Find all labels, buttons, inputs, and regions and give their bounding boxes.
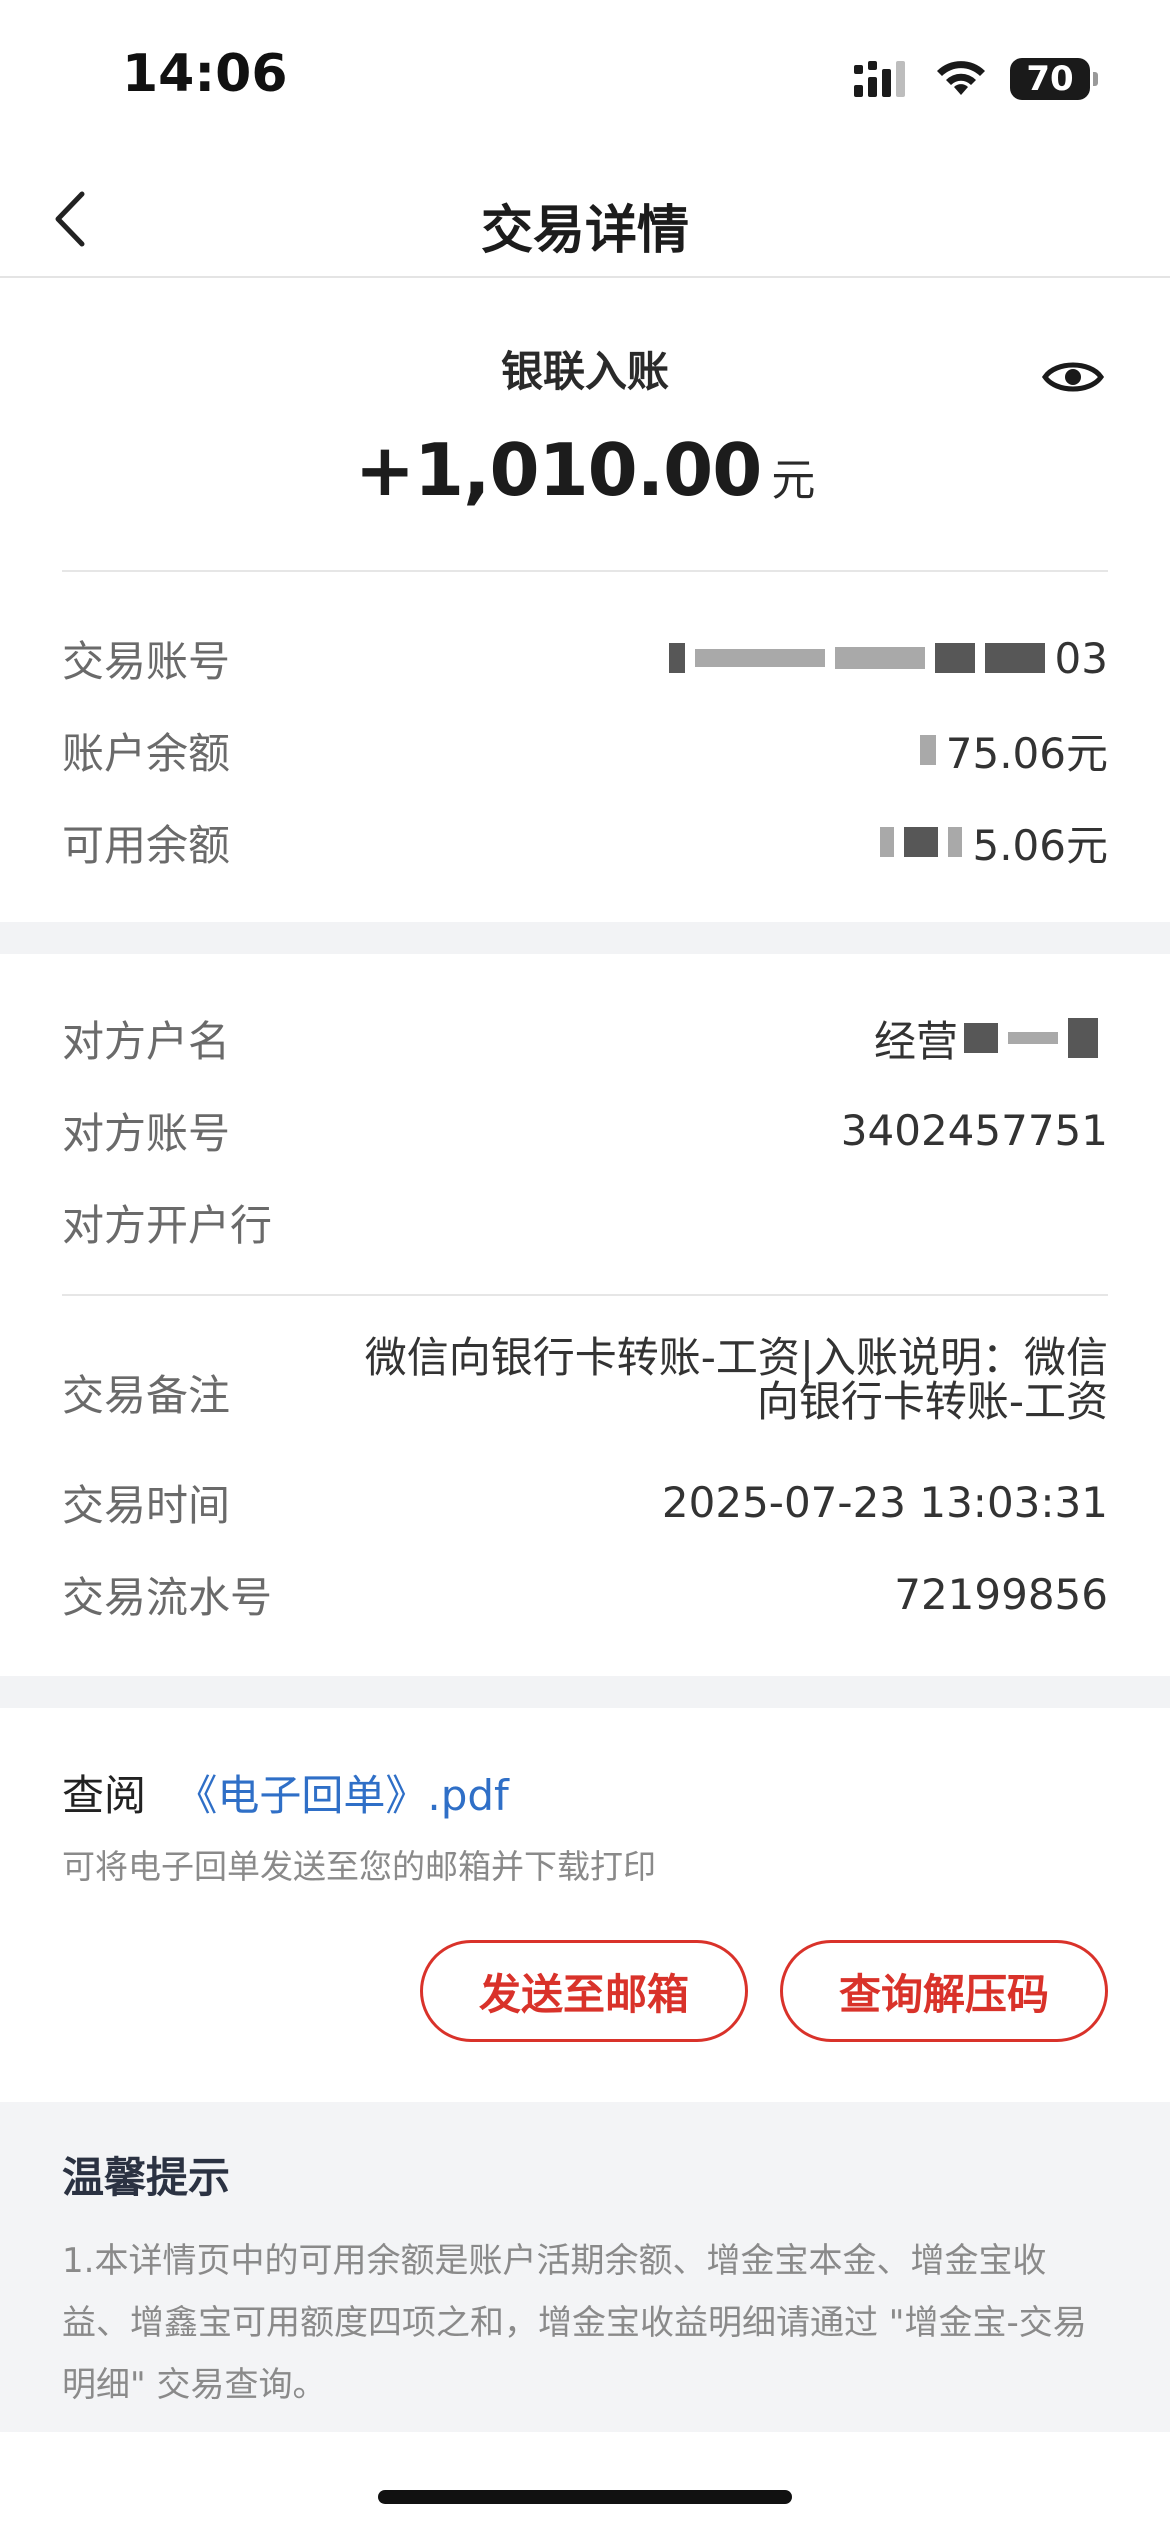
- home-area: [0, 2432, 1170, 2532]
- transaction-type: 银联入账: [500, 347, 669, 396]
- divider: [62, 1294, 1108, 1296]
- account-no-label: 交易账号: [62, 636, 231, 686]
- available-label: 可用余额: [62, 820, 231, 870]
- available-suffix: 5.06元: [972, 820, 1108, 870]
- balance-row: 账户余额 75.06元: [62, 720, 1108, 780]
- battery-icon: 70: [1010, 58, 1098, 100]
- status-bar: 14:06 70: [0, 0, 1170, 150]
- memo-label: 交易备注: [62, 1371, 231, 1420]
- tips-section: 温馨提示 1.本详情页中的可用余额是账户活期余额、增金宝本金、增金宝收益、增鑫宝…: [0, 2102, 1170, 2432]
- counterparty-name-label: 对方户名: [62, 1016, 231, 1066]
- eye-icon: [1041, 362, 1105, 392]
- serial-value: 72199856: [894, 1569, 1108, 1619]
- amount: +1,010.00: [354, 428, 763, 512]
- masked-text: [948, 827, 963, 857]
- masked-text: [984, 643, 1045, 673]
- counterparty-bank-row: 对方开户行: [62, 1192, 1108, 1252]
- receipt-description: 可将电子回单发送至您的邮箱并下载打印: [62, 1847, 656, 1886]
- amount-unit: 元: [771, 455, 816, 506]
- section-gap: [0, 1676, 1170, 1708]
- serial-label: 交易流水号: [62, 1572, 273, 1622]
- masked-text: [934, 643, 975, 673]
- transaction-time-label: 交易时间: [62, 1480, 231, 1530]
- receipt-view-label: 查阅: [62, 1771, 147, 1820]
- counterparty-account-value: 3402457751: [840, 1105, 1108, 1155]
- masked-text: [880, 827, 895, 857]
- balance-label: 账户余额: [62, 728, 231, 778]
- tips-body: 1.本详情页中的可用余额是账户活期余额、增金宝本金、增金宝收益、增鑫宝可用额度四…: [62, 2241, 1087, 2405]
- page-title: 交易详情: [480, 201, 689, 261]
- tips-title: 温馨提示: [62, 2153, 231, 2202]
- serial-row: 交易流水号 72199856: [62, 1564, 1108, 1624]
- masked-text: [964, 1023, 998, 1053]
- masked-text: [919, 735, 936, 765]
- receipt-pdf-link[interactable]: 《电子回单》.pdf: [175, 1771, 508, 1820]
- counterparty-account-row: 对方账号 3402457751: [62, 1100, 1108, 1160]
- account-no-value: 03: [668, 633, 1108, 683]
- transaction-time-row: 交易时间 2025-07-23 13:03:31: [62, 1472, 1108, 1532]
- counterparty-name-row: 对方户名 经营: [62, 1008, 1108, 1068]
- status-time: 14:06: [122, 44, 288, 104]
- masked-text: [834, 647, 925, 669]
- counterparty-bank-label: 对方开户行: [62, 1200, 273, 1250]
- balance-suffix: 75.06元: [945, 728, 1108, 778]
- masked-text: [668, 643, 685, 673]
- counterparty-account-label: 对方账号: [62, 1108, 231, 1158]
- nav-bar: 交易详情: [0, 160, 1170, 278]
- available-value: 5.06元: [880, 812, 1108, 873]
- masked-text: [1008, 1032, 1058, 1044]
- cellular-signal-icon: [854, 61, 905, 97]
- available-row: 可用余额 5.06元: [62, 812, 1108, 872]
- account-no-row: 交易账号 03: [62, 628, 1108, 688]
- receipt-line: 查阅 《电子回单》.pdf: [62, 1762, 509, 1823]
- amount-display: +1,010.00 元: [0, 428, 1170, 512]
- counterparty-name-value: 经营: [874, 1008, 1108, 1069]
- home-indicator[interactable]: [378, 2490, 792, 2504]
- wifi-icon: [937, 61, 985, 95]
- divider: [62, 570, 1108, 572]
- toggle-visibility-button[interactable]: [1040, 344, 1106, 410]
- transaction-time-value: 2025-07-23 13:03:31: [661, 1477, 1108, 1527]
- status-icons: 70: [852, 56, 1098, 102]
- balance-value: 75.06元: [919, 720, 1108, 781]
- masked-text: [904, 827, 939, 857]
- masked-text: [694, 649, 825, 667]
- query-unzip-code-button[interactable]: 查询解压码: [780, 1940, 1108, 2042]
- masked-text: [1068, 1018, 1098, 1058]
- account-no-suffix: 03: [1054, 633, 1108, 683]
- memo-value: 微信向银行卡转账-工资|入账说明：微信向银行卡转账-工资: [364, 1333, 1108, 1426]
- send-to-email-button[interactable]: 发送至邮箱: [420, 1940, 748, 2042]
- section-gap: [0, 922, 1170, 954]
- counterparty-name-prefix: 经营: [873, 1016, 958, 1066]
